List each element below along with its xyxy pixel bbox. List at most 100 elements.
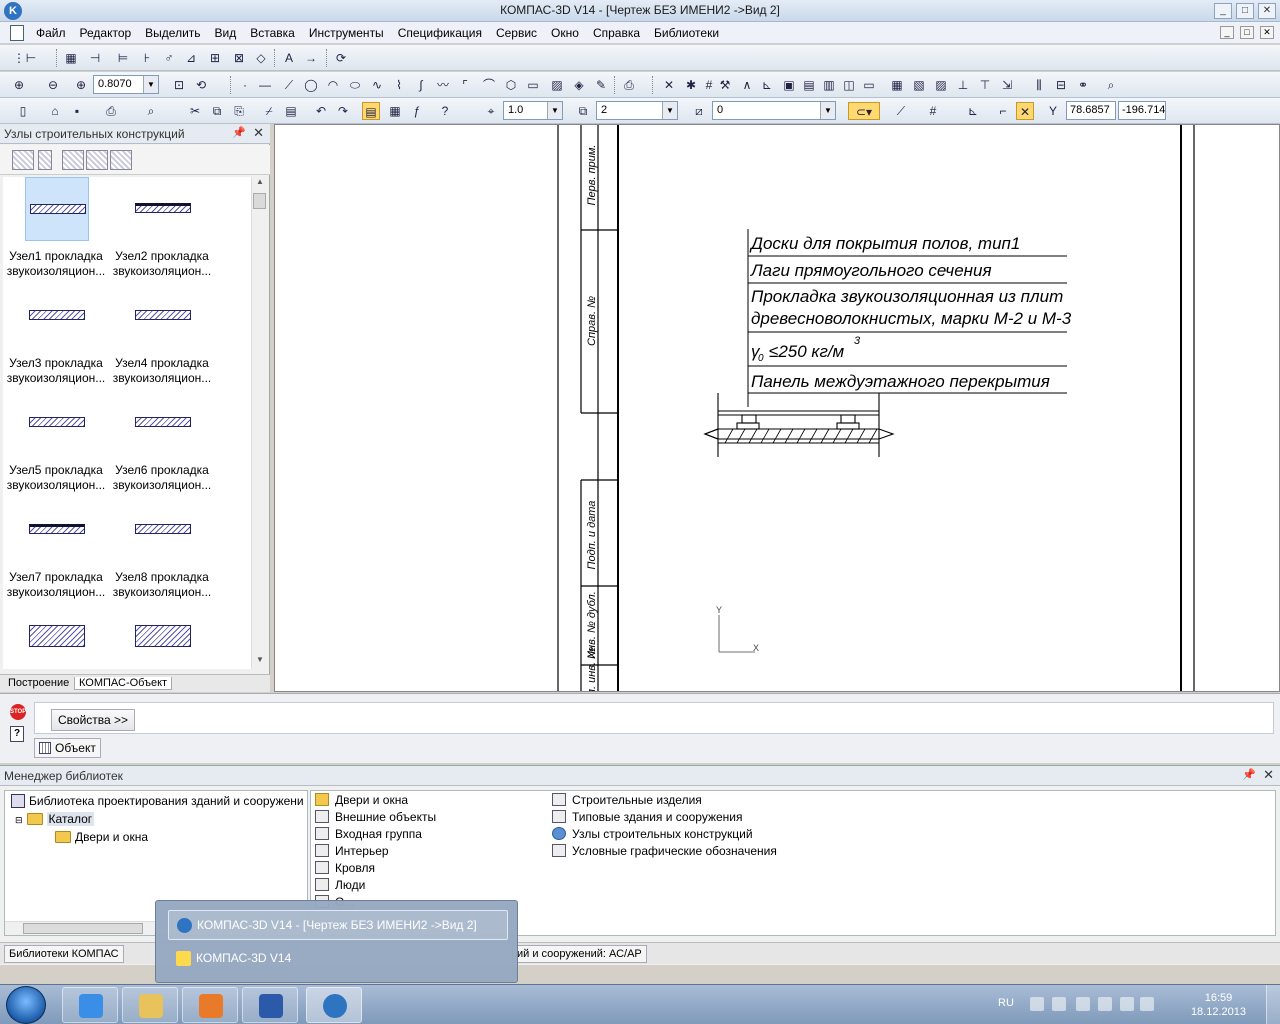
new-file-icon[interactable]: ▯: [14, 102, 32, 120]
copy-icon[interactable]: ⧉: [208, 102, 226, 120]
node-item[interactable]: [3, 605, 109, 669]
angle-icon[interactable]: ∧: [738, 76, 756, 94]
node-item[interactable]: Узел7 прокладка звукоизоляцион...: [3, 498, 109, 602]
format-icon[interactable]: ⊨: [114, 49, 132, 67]
properties-button[interactable]: Свойства >>: [51, 709, 136, 731]
fillet-icon[interactable]: ⌒: [480, 76, 498, 94]
tray-update-icon[interactable]: [1052, 997, 1066, 1011]
list-item[interactable]: Строительные изделия: [552, 792, 702, 809]
menu-tools[interactable]: Инструменты: [309, 26, 384, 40]
point-snap-icon[interactable]: ⌖: [482, 102, 500, 120]
print-preview-icon[interactable]: ⎙: [620, 76, 638, 94]
grid-toggle-icon[interactable]: #: [924, 102, 942, 120]
local-cs-icon[interactable]: ⊾: [964, 102, 982, 120]
point-icon[interactable]: ·: [236, 76, 254, 94]
binoc-icon[interactable]: ⚭: [1074, 76, 1092, 94]
ellipse-icon[interactable]: ⬭: [346, 76, 364, 94]
close-icon[interactable]: ✕: [1263, 767, 1274, 783]
stop-icon[interactable]: STOP: [10, 704, 26, 720]
fx-icon[interactable]: ƒ: [408, 102, 426, 120]
show-desktop-button[interactable]: [1266, 985, 1280, 1024]
menu-service[interactable]: Сервис: [496, 26, 537, 40]
node-item[interactable]: Узел8 прокладка звукоизоляцион...: [109, 498, 215, 602]
arrow-icon[interactable]: →: [302, 49, 320, 67]
rect-icon[interactable]: ▭: [524, 76, 542, 94]
node-item[interactable]: Узел3 прокладка звукоизоляцион...: [3, 284, 109, 388]
hatch-icon[interactable]: ▨: [548, 76, 566, 94]
grid-snap-icon[interactable]: ✱: [682, 76, 700, 94]
layer-icon[interactable]: ⧉: [574, 102, 592, 120]
start-button[interactable]: [6, 986, 46, 1024]
scroll-thumb[interactable]: [253, 193, 266, 209]
menu-window[interactable]: Окно: [551, 26, 579, 40]
display-icon[interactable]: [1120, 997, 1134, 1011]
undo-icon[interactable]: ↶: [312, 102, 330, 120]
tab-kompas-libraries[interactable]: Библиотеки КОМПАС: [4, 945, 124, 963]
diamond-icon[interactable]: ◇: [252, 49, 270, 67]
help-icon[interactable]: ?: [10, 726, 24, 742]
menu-insert[interactable]: Вставка: [250, 26, 295, 40]
tree-icon[interactable]: ⊥: [954, 76, 972, 94]
magnifier-icon[interactable]: ⌕: [1102, 76, 1120, 94]
volume-icon[interactable]: [1140, 997, 1154, 1011]
export-icon[interactable]: ⇲: [998, 76, 1016, 94]
menu-specification[interactable]: Спецификация: [398, 26, 482, 40]
taskbar-explorer[interactable]: [122, 987, 178, 1023]
spline-icon[interactable]: ∿: [368, 76, 386, 94]
taskbar-word[interactable]: [242, 987, 298, 1023]
curve-icon[interactable]: 〰: [434, 76, 452, 94]
view-icon[interactable]: ◫: [840, 76, 858, 94]
open-file-icon[interactable]: ⌂: [46, 102, 64, 120]
tray-app-icon[interactable]: [1030, 997, 1044, 1011]
language-indicator[interactable]: RU: [998, 997, 1014, 1009]
list-item[interactable]: Типовые здания и сооружения: [552, 809, 742, 826]
close-icon[interactable]: ✕: [253, 125, 264, 141]
redo-icon[interactable]: ↷: [334, 102, 352, 120]
hammer-icon[interactable]: ⚒: [716, 76, 734, 94]
sheet2-icon[interactable]: ▧: [910, 76, 928, 94]
floor-category-icon[interactable]: [12, 150, 34, 170]
snap-toggle-icon[interactable]: ✕: [1016, 102, 1034, 120]
help-cursor-icon[interactable]: ?: [436, 102, 454, 120]
zoom-select[interactable]: 0.8070 ▼: [93, 75, 159, 94]
maximize-button[interactable]: □: [1236, 3, 1254, 19]
list-item[interactable]: Интерьер: [315, 843, 389, 860]
zoom-window-icon[interactable]: ⊕: [10, 76, 28, 94]
snap-icon[interactable]: ✕: [660, 76, 678, 94]
coord-x-field[interactable]: 78.6857: [1066, 101, 1116, 120]
node-item[interactable]: Узел2 прокладка звукоизоляцион...: [109, 177, 215, 281]
list-item[interactable]: Двери и окна: [315, 792, 408, 809]
doc-restore-button[interactable]: □: [1240, 26, 1254, 39]
style-select[interactable]: 0 ▼: [712, 101, 836, 120]
print-icon[interactable]: ⎙: [102, 102, 120, 120]
circle-tool-icon[interactable]: ◯: [302, 76, 320, 94]
menu-libraries[interactable]: Библиотеки: [654, 26, 719, 40]
ortho-mode-icon[interactable]: ⟋: [892, 102, 910, 120]
list-item[interactable]: Условные графические обозначения: [552, 843, 777, 860]
grid-icon[interactable]: ▦: [62, 49, 80, 67]
beam-category-icon[interactable]: [62, 150, 84, 170]
clock[interactable]: 16:59 18.12.2013: [1191, 991, 1246, 1019]
chevron-down-icon[interactable]: ▼: [662, 102, 677, 119]
tab-kompas-object[interactable]: КОМПАС-Объект: [74, 677, 173, 690]
mark-icon[interactable]: ⊦: [138, 49, 156, 67]
chevron-down-icon[interactable]: ▼: [547, 102, 562, 119]
branch-icon[interactable]: ⊤: [976, 76, 994, 94]
close-button[interactable]: ✕: [1258, 3, 1276, 19]
menu-edit[interactable]: Редактор: [80, 26, 132, 40]
tab-build[interactable]: Построение: [4, 677, 73, 689]
refresh-view-icon[interactable]: ⟲: [192, 76, 210, 94]
window-icon[interactable]: ▭: [860, 76, 878, 94]
chevron-down-icon[interactable]: ▼: [820, 102, 835, 119]
geometry-icon[interactable]: ⊢: [22, 49, 40, 67]
minimize-button[interactable]: _: [1214, 3, 1232, 19]
library-icon[interactable]: ▦: [386, 102, 404, 120]
flag-icon[interactable]: [1098, 997, 1112, 1011]
dimension-icon[interactable]: ⊣: [86, 49, 104, 67]
paste-icon[interactable]: ⎘: [230, 102, 248, 120]
tree-doors-windows[interactable]: Двери и окна: [55, 829, 148, 845]
step-icon[interactable]: ⌐: [994, 102, 1012, 120]
line-icon[interactable]: —: [256, 76, 274, 94]
tab-building-library[interactable]: ий и сооружений: АС/АР: [512, 945, 647, 963]
polygon-icon[interactable]: ⬡: [502, 76, 520, 94]
